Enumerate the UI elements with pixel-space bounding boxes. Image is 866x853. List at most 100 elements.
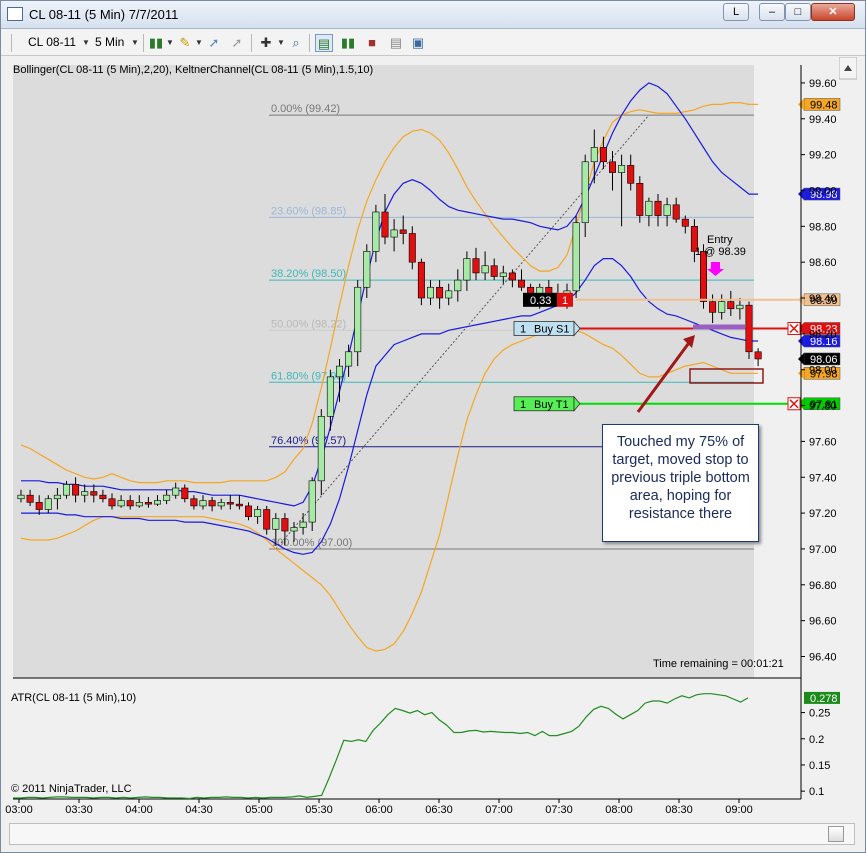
bull-candle bbox=[44, 498, 52, 510]
remove-drawings-icon[interactable]: ➚ bbox=[228, 34, 246, 52]
time-tick-label: 04:30 bbox=[185, 804, 213, 816]
bear-candle bbox=[281, 518, 289, 532]
bear-candle bbox=[208, 500, 216, 507]
toolbar-separator bbox=[143, 34, 144, 52]
bull-candle bbox=[718, 301, 726, 313]
price-tick-label: 99.00 bbox=[809, 185, 837, 197]
window-title: CL 08-11 (5 Min) 7/7/2011 bbox=[29, 7, 179, 22]
bear-candle bbox=[654, 200, 662, 216]
bull-candle bbox=[254, 509, 262, 517]
title-bar[interactable]: CL 08-11 (5 Min) 7/7/2011 L – □ ✕ bbox=[1, 1, 865, 29]
chart-toolbar: CL 08-11 ▼ 5 Min ▼ ▮▮ ▼ ✎ ▼ ➚ ➚ ✚ ▼ ⌕ ▤ … bbox=[1, 30, 865, 56]
price-tick-label: 98.60 bbox=[809, 257, 837, 269]
bull-candle bbox=[17, 494, 25, 500]
close-button[interactable]: ✕ bbox=[811, 3, 855, 21]
bear-candle bbox=[636, 182, 644, 216]
interval-selector[interactable]: 5 Min bbox=[95, 35, 124, 49]
bull-candle bbox=[290, 527, 298, 532]
bear-candle bbox=[90, 491, 98, 496]
bear-candle bbox=[627, 165, 635, 184]
bull-candle bbox=[618, 165, 626, 173]
minimize-button[interactable]: – bbox=[759, 3, 785, 21]
price-tick-label: 96.40 bbox=[809, 651, 837, 663]
price-panel-background bbox=[13, 65, 754, 678]
fib-level-label: 38.20% (98.50) bbox=[271, 268, 346, 280]
indicators-icon[interactable]: ▮▮ bbox=[339, 34, 357, 52]
bear-candle bbox=[699, 251, 707, 302]
crosshair-dropdown-icon[interactable]: ▼ bbox=[277, 38, 285, 47]
bear-candle bbox=[681, 218, 689, 227]
stop-order-tag-label: Buy S1 bbox=[534, 323, 569, 335]
bull-candle bbox=[199, 500, 207, 507]
bear-candle bbox=[754, 351, 762, 360]
atr-tick-label: 0.1 bbox=[809, 786, 824, 798]
pnl-value: 0.33 bbox=[530, 295, 551, 307]
instrument-dropdown-icon[interactable]: ▼ bbox=[82, 38, 90, 47]
indicator-label: Bollinger(CL 08-11 (5 Min),2,20), Keltne… bbox=[13, 64, 373, 76]
price-tick-label: 97.20 bbox=[809, 508, 837, 520]
bull-candle bbox=[663, 204, 671, 216]
horizontal-scrollbar[interactable] bbox=[9, 823, 855, 845]
bear-candle bbox=[190, 498, 198, 507]
bear-candle bbox=[508, 272, 516, 281]
instrument-selector[interactable]: CL 08-11 bbox=[28, 35, 76, 49]
bear-candle bbox=[472, 258, 480, 274]
atr-current-value: 0.278 bbox=[810, 693, 838, 705]
bear-candle bbox=[599, 147, 607, 163]
chart-style-dropdown-icon[interactable]: ▼ bbox=[166, 38, 174, 47]
fib-level-label: 76.40% (97.57) bbox=[271, 435, 346, 447]
chart-trader-icon[interactable]: ▤ bbox=[315, 34, 333, 52]
price-tick-label: 98.40 bbox=[809, 293, 837, 305]
entry-label: Entry bbox=[707, 234, 733, 246]
data-box-icon[interactable]: ▣ bbox=[409, 34, 427, 52]
time-tick-label: 05:00 bbox=[245, 804, 273, 816]
bear-candle bbox=[181, 487, 189, 500]
fib-level-label: 61.80% (97.93) bbox=[271, 370, 346, 382]
strategies-icon[interactable]: ■ bbox=[363, 34, 381, 52]
stop-order-tag-qty: 1 bbox=[520, 323, 526, 335]
crosshair-icon[interactable]: ✚ bbox=[257, 34, 275, 52]
interval-dropdown-icon[interactable]: ▼ bbox=[131, 38, 139, 47]
link-button[interactable]: L bbox=[723, 3, 749, 21]
pencil-draw-icon[interactable]: ✎ bbox=[176, 34, 194, 52]
bear-candle bbox=[126, 500, 134, 507]
properties-icon[interactable]: ▤ bbox=[387, 34, 405, 52]
bear-candle bbox=[26, 494, 34, 503]
bull-candle bbox=[172, 487, 180, 496]
scroll-thumb[interactable] bbox=[828, 826, 844, 842]
bull-candle bbox=[335, 365, 343, 378]
draw-dropdown-icon[interactable]: ▼ bbox=[195, 38, 203, 47]
price-tick-label: 99.60 bbox=[809, 78, 837, 90]
annotation-note[interactable]: Touched my 75% of target, moved stop to … bbox=[602, 424, 759, 542]
price-tick-label: 99.20 bbox=[809, 150, 837, 162]
bull-candle bbox=[326, 376, 334, 417]
target-order-tag-label: Buy T1 bbox=[534, 399, 569, 411]
atr-panel: 0.25 0.2 0.15 0.1 0.278 bbox=[13, 691, 840, 800]
price-tick-label: 98.00 bbox=[809, 365, 837, 377]
bear-candle bbox=[490, 265, 498, 277]
time-tick-label: 07:30 bbox=[545, 804, 573, 816]
zoom-icon[interactable]: ⌕ bbox=[287, 34, 305, 52]
atr-tick-label: 0.25 bbox=[809, 708, 830, 720]
bull-candle bbox=[317, 416, 325, 482]
bull-candle bbox=[363, 251, 371, 288]
snap-icon[interactable]: ➚ bbox=[205, 34, 223, 52]
bull-candle bbox=[272, 518, 280, 530]
bear-candle bbox=[417, 261, 425, 299]
vertical-scrollbar[interactable] bbox=[839, 57, 857, 819]
price-tick-label: 97.40 bbox=[809, 472, 837, 484]
bear-candle bbox=[108, 498, 116, 507]
fib-level-label: 23.60% (98.85) bbox=[271, 205, 346, 217]
bull-candle bbox=[354, 286, 362, 353]
bull-candle bbox=[372, 211, 380, 252]
maximize-button[interactable]: □ bbox=[785, 3, 811, 21]
time-tick-label: 03:00 bbox=[5, 804, 33, 816]
candlestick-style-icon[interactable]: ▮▮ bbox=[147, 34, 165, 52]
price-tick-label: 98.20 bbox=[809, 329, 837, 341]
atr-tick-label: 0.2 bbox=[809, 734, 824, 746]
price-tick-label: 96.80 bbox=[809, 580, 837, 592]
bear-candle bbox=[144, 502, 152, 505]
price-tick-label: 98.80 bbox=[809, 221, 837, 233]
bear-candle bbox=[72, 484, 80, 496]
target-order-tag-qty: 1 bbox=[520, 399, 526, 411]
